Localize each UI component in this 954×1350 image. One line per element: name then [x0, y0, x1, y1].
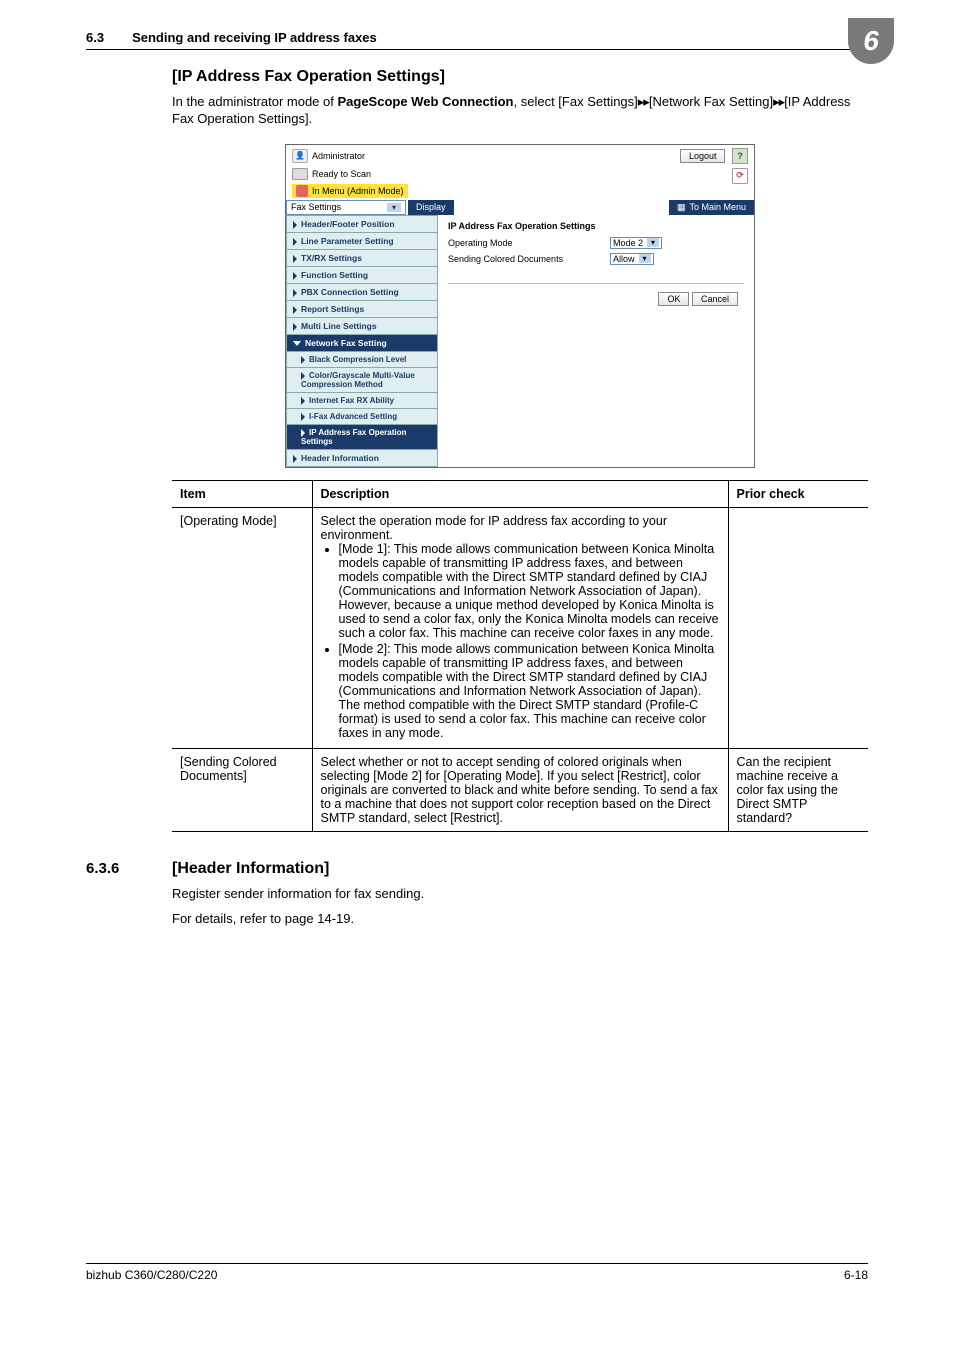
nav-multiline[interactable]: Multi Line Settings	[286, 318, 438, 335]
caret-icon	[293, 306, 297, 314]
main-menu-label: To Main Menu	[689, 202, 746, 212]
section-title-636: [Header Information]	[172, 860, 329, 878]
sec636-p1: Register sender information for fax send…	[172, 886, 868, 903]
chevron-down-icon: ▾	[387, 203, 401, 212]
ok-button[interactable]: OK	[658, 292, 689, 306]
cell-prior-check	[728, 507, 868, 748]
admin-mode-status: In Menu (Admin Mode)	[312, 186, 404, 196]
nav-txrx[interactable]: TX/RX Settings	[286, 250, 438, 267]
cell-description: Select the operation mode for IP address…	[312, 507, 728, 748]
operating-mode-select[interactable]: Mode 2 ▾	[610, 237, 662, 249]
col-prior-check: Prior check	[728, 480, 868, 507]
table-row: [Operating Mode] Select the operation mo…	[172, 507, 868, 748]
nav-line-parameter[interactable]: Line Parameter Setting	[286, 233, 438, 250]
nav-internet-fax-rx[interactable]: Internet Fax RX Ability	[286, 393, 438, 409]
user-icon: 👤	[292, 149, 308, 163]
chevron-down-icon: ▾	[647, 238, 659, 247]
caret-icon	[301, 413, 305, 421]
to-main-menu-button[interactable]: ▦ To Main Menu	[669, 200, 754, 215]
running-header: 6.3 Sending and receiving IP address fax…	[86, 30, 868, 50]
chevron-down-icon: ▾	[639, 254, 651, 263]
nav-function-setting[interactable]: Function Setting	[286, 267, 438, 284]
nav-report[interactable]: Report Settings	[286, 301, 438, 318]
section-title: Sending and receiving IP address faxes	[132, 30, 868, 45]
operating-mode-label: Operating Mode	[448, 238, 598, 248]
caret-icon	[293, 221, 297, 229]
intro-post: , select [Fax Settings]	[514, 94, 638, 109]
caret-icon	[301, 356, 305, 364]
panel-title: IP Address Fax Operation Settings	[448, 221, 744, 231]
table-row: [Sending Colored Documents] Select wheth…	[172, 748, 868, 831]
select-value: Mode 2	[613, 238, 643, 248]
cell-item: [Sending Colored Documents]	[172, 748, 312, 831]
intro-bold: PageScope Web Connection	[337, 94, 513, 109]
chapter-badge: 6	[848, 18, 894, 64]
cell-prior-check: Can the recipient machine receive a colo…	[728, 748, 868, 831]
select-value: Allow	[613, 254, 635, 264]
desc-bullet: [Mode 1]: This mode allows communication…	[339, 542, 720, 640]
sidebar: Header/Footer Position Line Parameter Se…	[286, 215, 438, 467]
caret-icon	[293, 289, 297, 297]
category-dropdown[interactable]: Fax Settings ▾	[286, 200, 406, 215]
subsection-title: [IP Address Fax Operation Settings]	[172, 68, 868, 86]
page-footer: bizhub C360/C280/C220 6-18	[86, 1263, 868, 1282]
printer-icon	[292, 168, 308, 180]
nav-header-footer[interactable]: Header/Footer Position	[286, 215, 438, 233]
intro-pre: In the administrator mode of	[172, 94, 337, 109]
col-item: Item	[172, 480, 312, 507]
sec636-p2: For details, refer to page 14-19.	[172, 911, 868, 928]
cell-description: Select whether or not to accept sending …	[312, 748, 728, 831]
footer-right: 6-18	[844, 1268, 868, 1282]
caret-icon	[293, 238, 297, 246]
arrows-icon: ▸▸	[638, 94, 649, 109]
nav-header-info[interactable]: Header Information	[286, 450, 438, 467]
sending-colored-select[interactable]: Allow ▾	[610, 253, 654, 265]
nav-network-fax[interactable]: Network Fax Setting	[286, 335, 438, 352]
warning-icon	[296, 185, 308, 197]
caret-icon	[293, 323, 297, 331]
caret-icon	[301, 372, 305, 380]
caret-icon	[301, 397, 305, 405]
divider	[448, 283, 744, 284]
caret-icon	[293, 455, 297, 463]
nav-ip-address-fax[interactable]: IP Address Fax Operation Settings	[286, 425, 438, 450]
logout-button[interactable]: Logout	[680, 149, 726, 163]
section-number-636: 6.3.6	[86, 860, 172, 877]
dropdown-value: Fax Settings	[291, 202, 341, 212]
desc-lead: Select the operation mode for IP address…	[321, 514, 720, 542]
display-button[interactable]: Display	[408, 200, 454, 215]
footer-left: bizhub C360/C280/C220	[86, 1268, 217, 1282]
nav-ifax-advanced[interactable]: I-Fax Advanced Setting	[286, 409, 438, 425]
desc-bullet: [Mode 2]: This mode allows communication…	[339, 642, 720, 740]
admin-label: Administrator	[312, 151, 365, 161]
col-description: Description	[312, 480, 728, 507]
caret-icon	[301, 429, 305, 437]
cell-item: [Operating Mode]	[172, 507, 312, 748]
caret-icon	[293, 272, 297, 280]
nav-color-grayscale[interactable]: Color/Grayscale Multi-Value Compression …	[286, 368, 438, 393]
caret-down-icon	[293, 341, 301, 346]
grid-icon: ▦	[677, 202, 686, 213]
cancel-button[interactable]: Cancel	[692, 292, 738, 306]
screenshot-panel: 👤 Administrator Logout ? Ready to Scan	[285, 144, 755, 468]
caret-icon	[293, 255, 297, 263]
nav-pbx[interactable]: PBX Connection Setting	[286, 284, 438, 301]
refresh-icon[interactable]: ⟳	[732, 168, 748, 184]
nav-black-compression[interactable]: Black Compression Level	[286, 352, 438, 368]
arrows-icon: ▸▸	[773, 94, 784, 109]
description-table: Item Description Prior check [Operating …	[172, 480, 868, 832]
help-icon[interactable]: ?	[732, 148, 748, 164]
intro-paragraph: In the administrator mode of PageScope W…	[172, 94, 868, 128]
ready-status: Ready to Scan	[312, 169, 371, 179]
sending-colored-label: Sending Colored Documents	[448, 254, 598, 264]
section-number: 6.3	[86, 30, 104, 45]
intro-mid: [Network Fax Setting]	[649, 94, 773, 109]
